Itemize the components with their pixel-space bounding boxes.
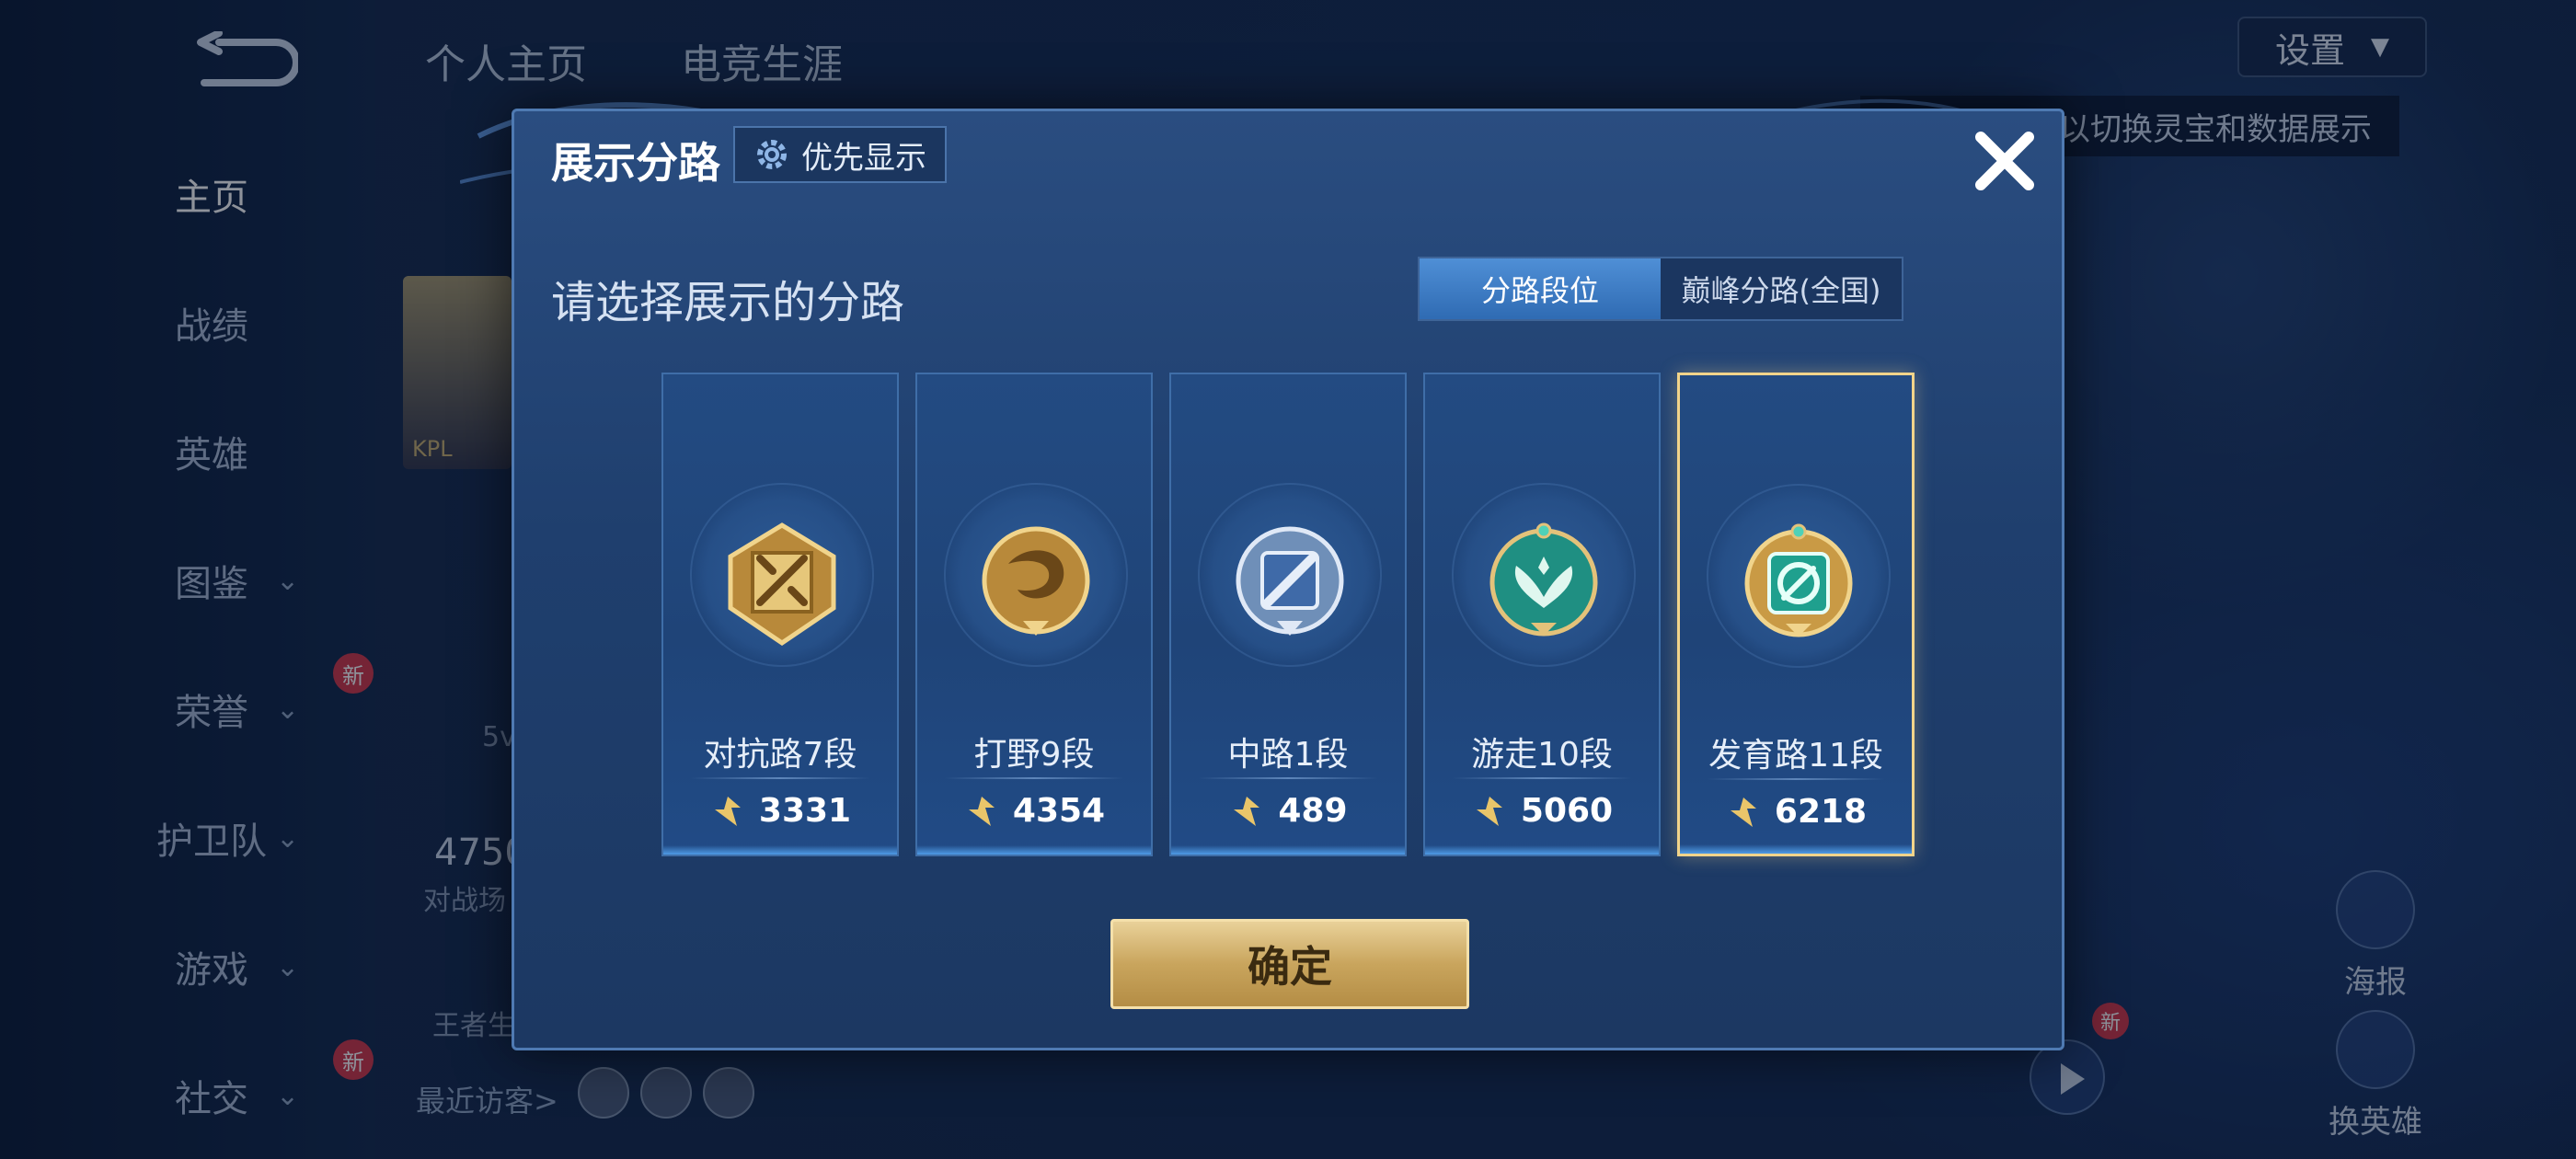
lane-mode-toggle: 分路段位 巅峰分路(全国) (1418, 257, 1903, 321)
confirm-button[interactable]: 确定 (1110, 919, 1469, 1009)
lane-power-icon (968, 796, 995, 826)
lane-score-value: 5060 (1520, 792, 1614, 830)
dialog-subtitle: 请选择展示的分路 (551, 277, 905, 328)
close-button[interactable] (1970, 126, 2040, 196)
divider (1453, 777, 1631, 779)
roam-wings-emblem-icon (1489, 522, 1598, 637)
lane-name: 打野9段 (973, 736, 1095, 774)
farm-lane-emblem-icon (1744, 523, 1853, 637)
lane-score: 4354 (917, 792, 1151, 830)
close-icon (1975, 132, 2034, 190)
dialog-title: 展示分路 (551, 138, 720, 188)
lane-score-value: 4354 (1012, 792, 1106, 830)
lane-score: 489 (1171, 792, 1405, 830)
lane-card-mid[interactable]: 中路1段 489 (1169, 373, 1407, 856)
lane-power-icon (1234, 796, 1260, 826)
lane-score: 6218 (1680, 793, 1912, 831)
clash-lane-emblem-icon (728, 522, 836, 647)
lane-card-roam[interactable]: 游走10段 5060 (1423, 373, 1661, 856)
divider (1199, 777, 1377, 779)
priority-display-button[interactable]: 优先显示 (733, 126, 947, 183)
priority-display-label: 优先显示 (801, 139, 926, 177)
jungle-dragon-emblem-icon (982, 526, 1090, 636)
toggle-lane-rank[interactable]: 分路段位 (1420, 258, 1661, 319)
lane-card-jungle[interactable]: 打野9段 4354 (915, 373, 1153, 856)
lane-power-icon (1476, 796, 1502, 826)
lane-score: 3331 (663, 792, 897, 830)
toggle-peak-lane[interactable]: 巅峰分路(全国) (1661, 258, 1902, 319)
lane-card-farm[interactable]: 发育路11段 6218 (1677, 373, 1915, 856)
lane-name: 发育路11段 (1708, 737, 1883, 775)
lane-power-icon (1730, 797, 1756, 827)
lane-name: 中路1段 (1227, 736, 1349, 774)
lane-score: 5060 (1425, 792, 1659, 830)
lane-display-dialog: 展示分路 优先显示 请选择展示的分路 分路段位 巅峰分路(全国) 对抗路7段 3… (512, 109, 2064, 1050)
mid-lane-emblem-icon (1236, 526, 1344, 636)
divider (691, 777, 869, 779)
divider (1708, 778, 1884, 780)
lane-score-value: 6218 (1774, 793, 1868, 831)
lane-power-icon (714, 796, 741, 826)
lane-card-clash[interactable]: 对抗路7段 3331 (661, 373, 899, 856)
lane-score-value: 3331 (758, 792, 852, 830)
lane-score-value: 489 (1278, 792, 1348, 830)
divider (945, 777, 1123, 779)
lane-name: 对抗路7段 (703, 736, 857, 774)
lane-name: 游走10段 (1471, 736, 1613, 774)
gear-icon (757, 140, 787, 169)
